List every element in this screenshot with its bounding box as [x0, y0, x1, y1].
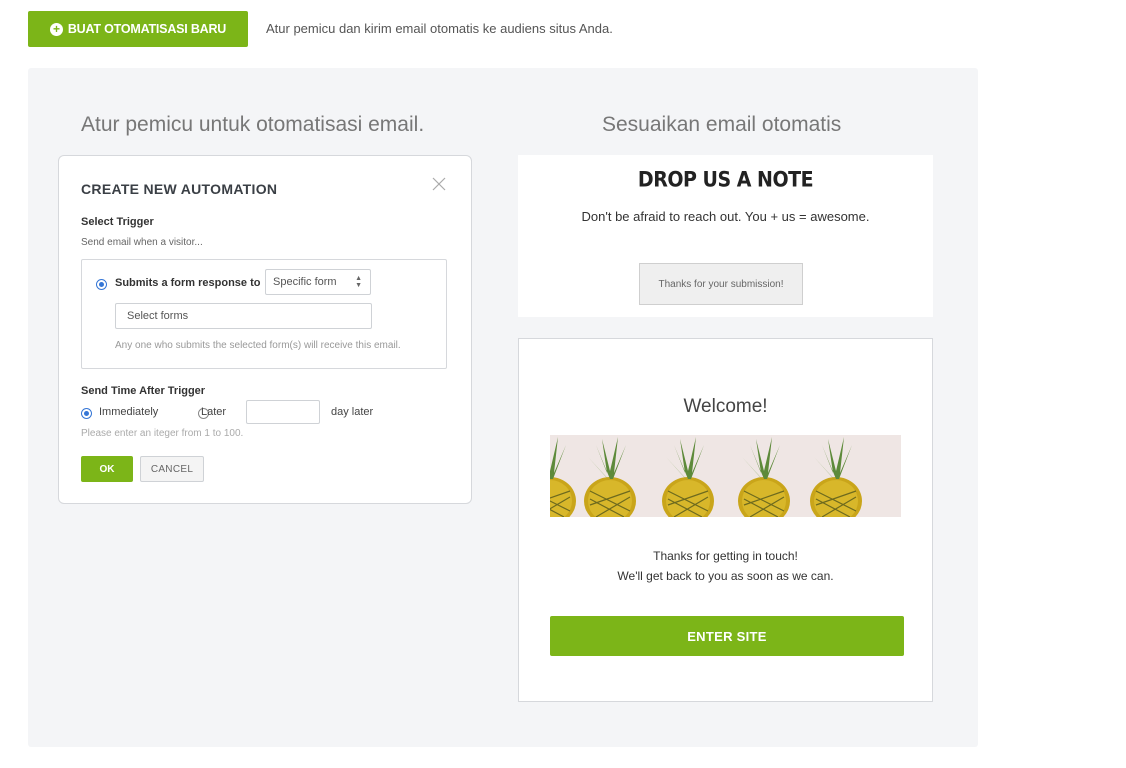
- plus-circle-icon: +: [49, 22, 63, 36]
- header-description: Atur pemicu dan kirim email otomatis ke …: [266, 21, 613, 36]
- day-later-suffix: day later: [331, 406, 374, 418]
- trigger-options-box: Submits a form response to Specific form…: [81, 259, 447, 369]
- create-new-automation-button[interactable]: + BUAT OTOMATISASI BARU: [28, 11, 248, 47]
- select-arrows-icon: ▲ ▼: [355, 275, 362, 289]
- pineapples-image: [550, 435, 901, 517]
- create-new-automation-label: BUAT OTOMATISASI BARU: [67, 22, 227, 36]
- send-time-label: Send Time After Trigger: [81, 385, 206, 397]
- note-email-preview: DROP US A NOTE Don't be afraid to reach …: [518, 155, 933, 317]
- right-column-title: Sesuaikan email otomatis: [602, 113, 842, 136]
- immediately-label: Immediately: [99, 406, 159, 418]
- ok-button[interactable]: OK: [81, 456, 133, 482]
- welcome-email-preview: Welcome! Thanks for getting in touch! We…: [518, 338, 933, 702]
- integer-help-text: Please enter an iteger from 1 to 100.: [81, 428, 244, 439]
- thanks-submission-button[interactable]: Thanks for your submission!: [639, 263, 803, 305]
- submits-form-radio[interactable]: [96, 279, 107, 290]
- form-type-select-value: Specific form: [273, 276, 337, 288]
- forms-help-text: Any one who submits the selected form(s)…: [115, 340, 401, 351]
- select-forms-input[interactable]: Select forms: [115, 303, 372, 329]
- select-trigger-help: Send email when a visitor...: [81, 237, 203, 248]
- create-automation-dialog: CREATE NEW AUTOMATION Select Trigger Sen…: [58, 155, 472, 504]
- enter-site-button[interactable]: ENTER SITE: [550, 616, 904, 656]
- note-title: DROP US A NOTE: [637, 167, 814, 193]
- welcome-line-2: We'll get back to you as soon as we can.: [617, 569, 834, 583]
- dialog-title: CREATE NEW AUTOMATION: [81, 181, 278, 197]
- submits-form-label: Submits a form response to: [115, 277, 261, 289]
- close-icon[interactable]: [431, 176, 447, 192]
- select-forms-placeholder: Select forms: [127, 310, 189, 322]
- welcome-title: Welcome!: [683, 396, 768, 417]
- welcome-line-1: Thanks for getting in touch!: [653, 549, 798, 563]
- form-type-select[interactable]: Specific form ▲ ▼: [265, 269, 371, 295]
- cancel-button[interactable]: CANCEL: [140, 456, 204, 482]
- note-subtitle: Don't be afraid to reach out. You + us =…: [581, 209, 870, 224]
- days-later-input[interactable]: [246, 400, 320, 424]
- welcome-message: Thanks for getting in touch! We'll get b…: [519, 546, 932, 586]
- select-trigger-label: Select Trigger: [81, 216, 154, 228]
- immediately-radio[interactable]: [81, 408, 92, 419]
- later-label: Later: [201, 406, 227, 418]
- left-column-title: Atur pemicu untuk otomatisasi email.: [81, 113, 425, 136]
